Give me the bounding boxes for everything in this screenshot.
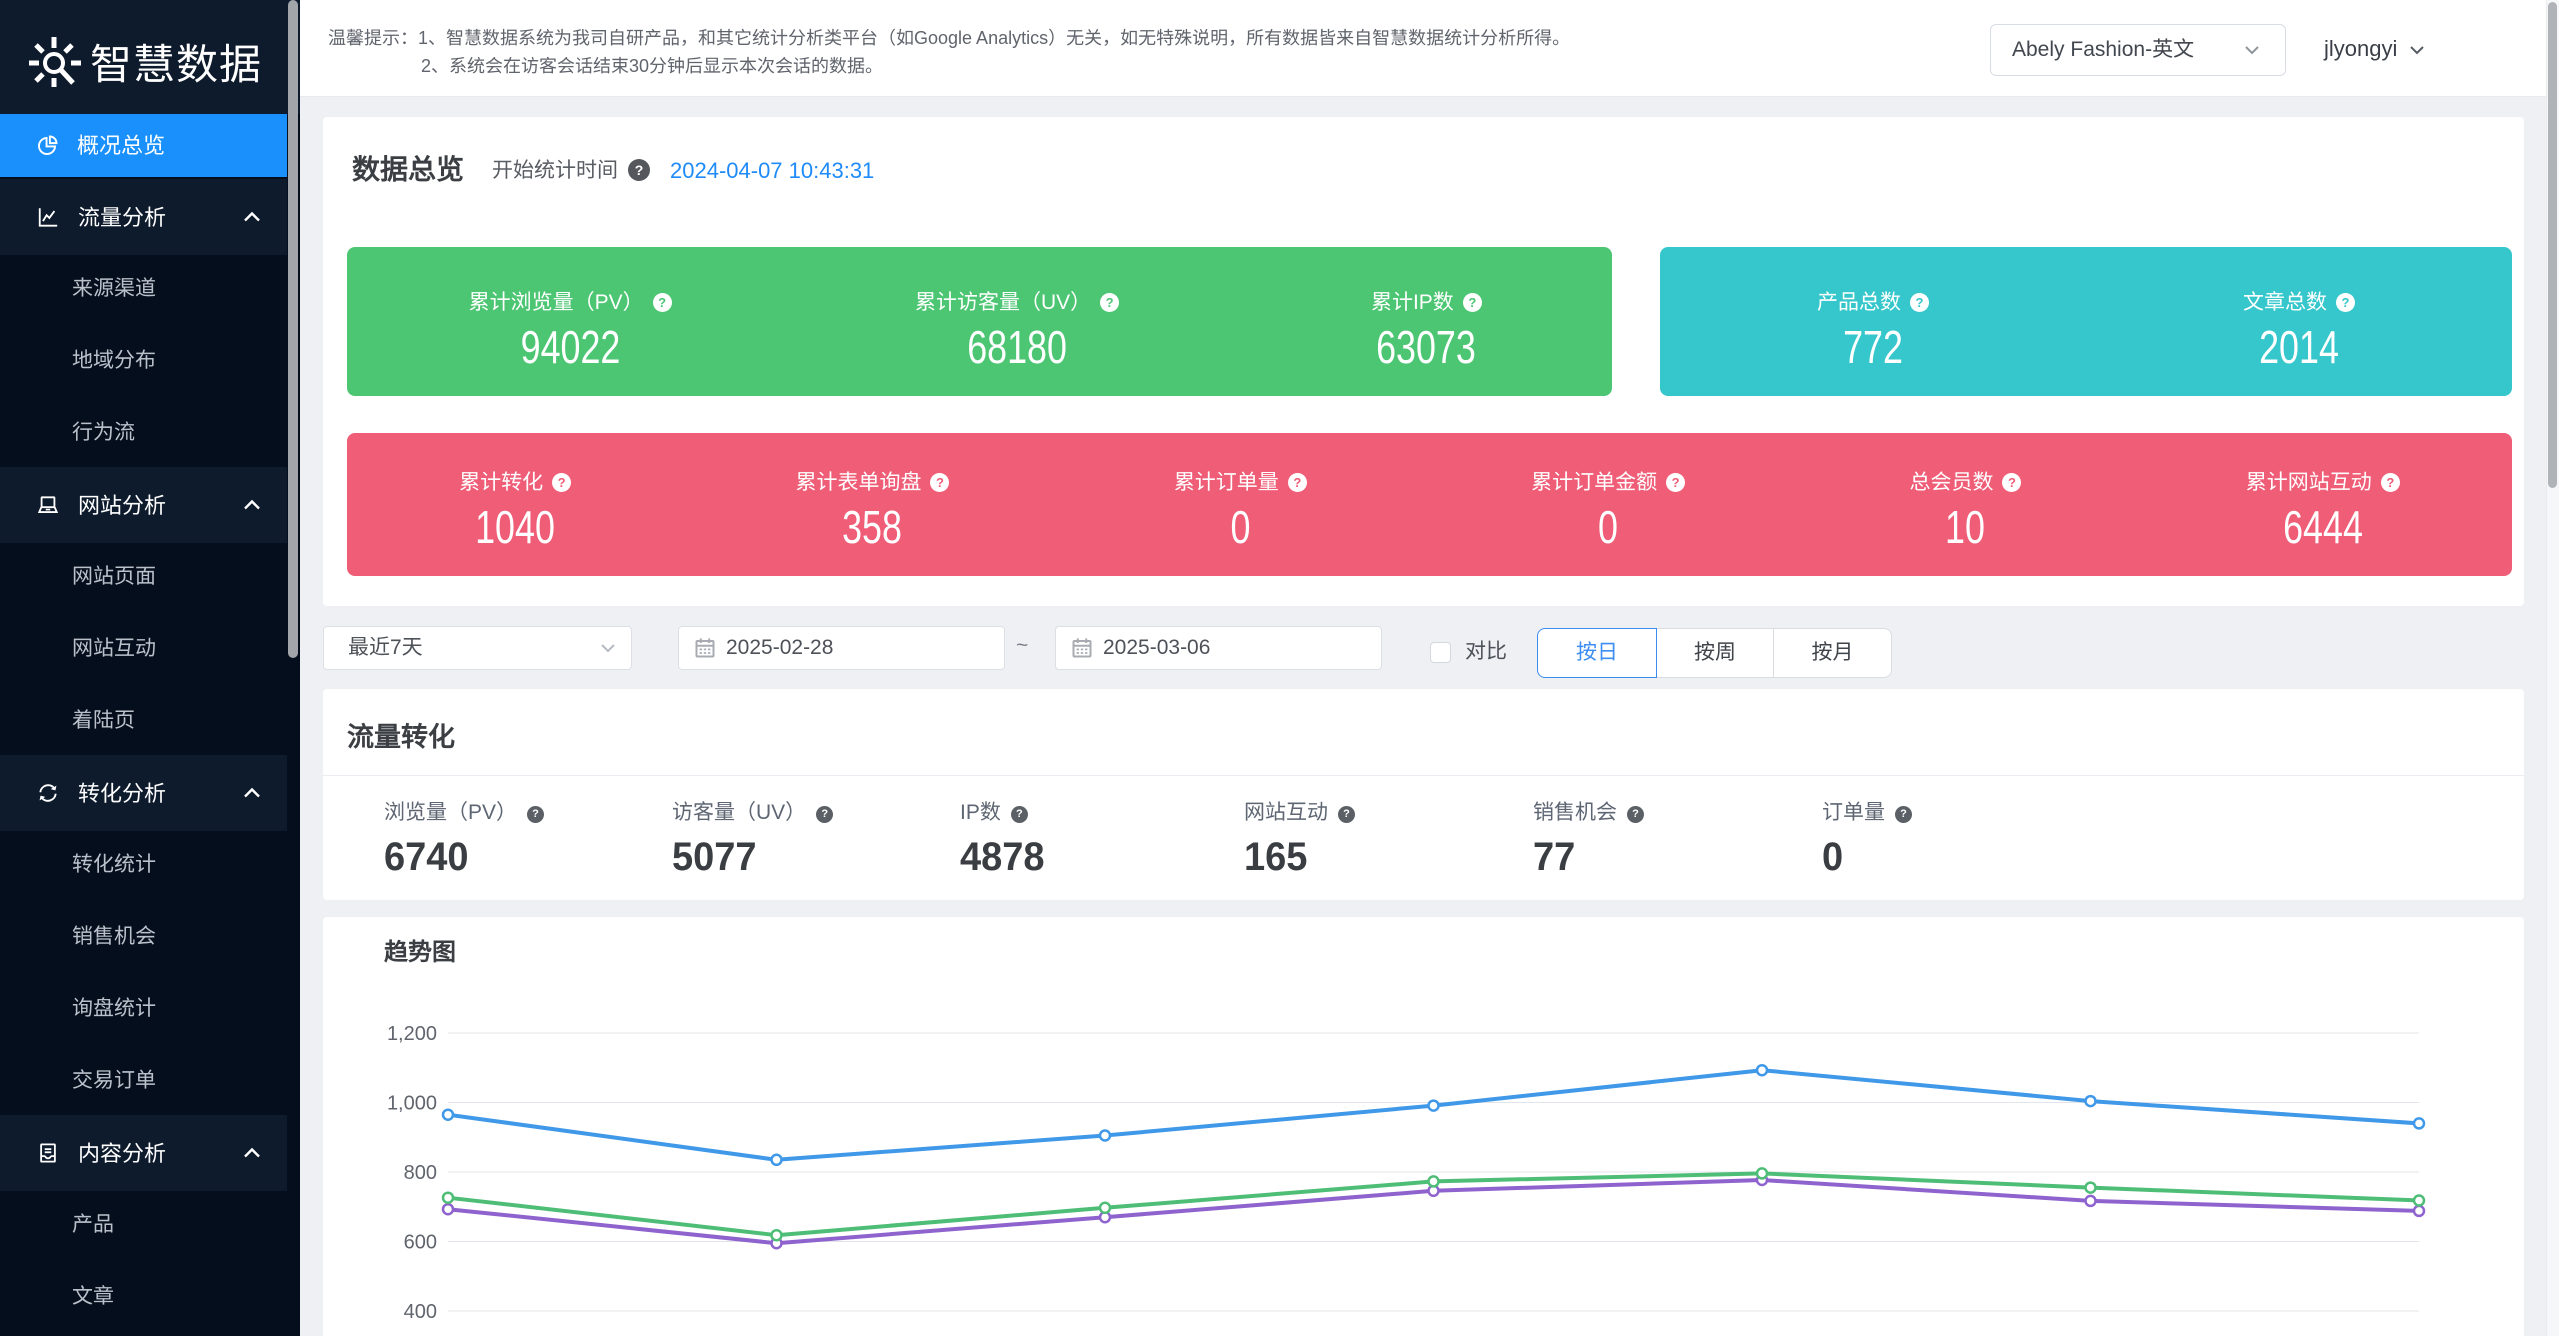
- svg-text:1,000: 1,000: [387, 1093, 437, 1115]
- svg-text:1,200: 1,200: [387, 1023, 437, 1045]
- svg-text:800: 800: [404, 1162, 437, 1184]
- svg-text:600: 600: [404, 1232, 437, 1254]
- svg-text:400: 400: [404, 1301, 437, 1323]
